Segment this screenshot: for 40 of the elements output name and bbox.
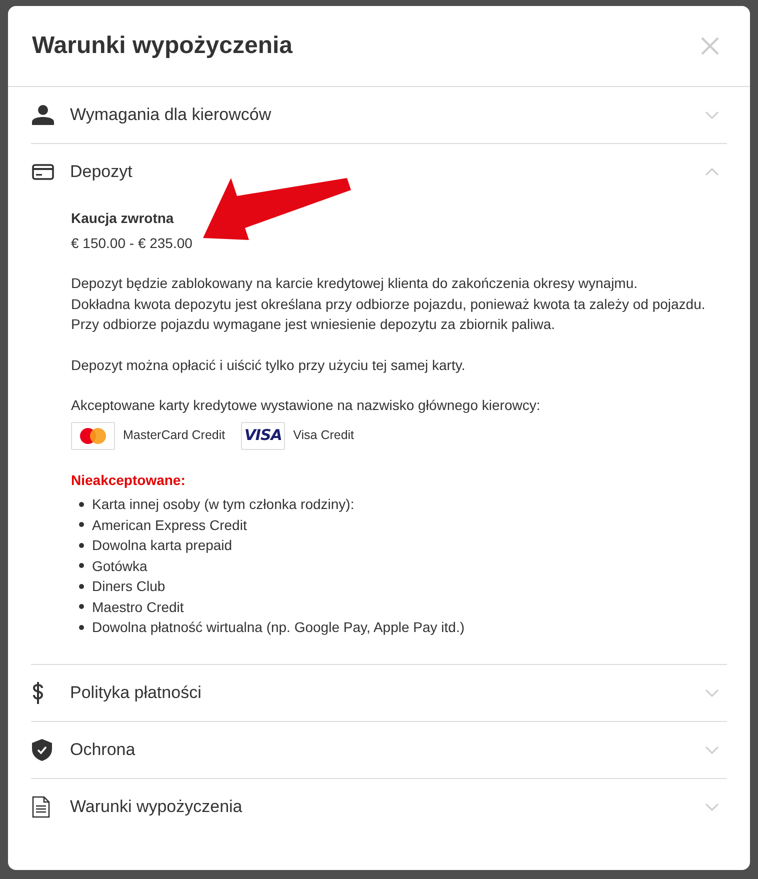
list-item: Karta innej osoby (w tym członka rodziny):	[92, 495, 354, 514]
credit-card-icon	[32, 164, 54, 180]
list-item: Diners Club	[92, 577, 166, 596]
not-accepted-heading: Nieakceptowane:	[71, 470, 186, 490]
paragraph: Depozyt będzie zablokowany na karcie kredytowej klienta do zakończenia okresy wynajmu. Dokładna kwota depozytu jest określana przy odbiorze pojazdu, ponieważ kwota ta zależy od pojazdu. Przy odbiorze pojazdu wymagane jest wniesienie depozytu za zbiornik paliwa.	[71, 274, 706, 334]
bullet-icon	[79, 624, 84, 630]
card-name: Visa Credit	[293, 427, 354, 444]
paragraph: Akceptowane karty kredytowe wystawione na nazwisko głównego kierowcy:	[71, 396, 542, 415]
list-item: American Express Credit	[92, 516, 247, 535]
chevron-down-icon	[705, 688, 719, 696]
document-icon	[32, 796, 50, 818]
chevron-up-icon	[705, 168, 719, 176]
shield-check-icon	[32, 738, 52, 760]
list-item: Dowolna karta prepaid	[92, 536, 232, 555]
bullet-icon	[79, 584, 84, 589]
card-name: MasterCard Credit	[123, 427, 226, 444]
visa-logo: VISA	[241, 422, 286, 450]
mastercard-logo	[71, 422, 115, 450]
bullet-icon	[79, 502, 84, 507]
dollar-icon	[32, 682, 44, 704]
chevron-down-icon	[705, 802, 719, 810]
dialog-title: Warunki wypożyczenia	[32, 32, 293, 60]
bullet-icon	[79, 542, 84, 548]
person-icon	[32, 105, 54, 125]
accordion-header[interactable]: Ochrona	[31, 722, 727, 778]
accordion-header[interactable]: Polityka płatności	[31, 664, 727, 720]
accordion-header[interactable]: Warunki wypożyczenia	[31, 778, 727, 834]
paragraph: Depozyt można opłacić i uiścić tylko przy użyciu tej samej karty.	[71, 356, 466, 375]
bullet-icon	[79, 604, 84, 610]
accordion-header[interactable]: Depozyt	[31, 144, 727, 200]
accordion-header[interactable]: Wymagania dla kierowców	[31, 87, 727, 143]
deposit-range: € 150.00 - € 235.00	[71, 234, 194, 252]
deposit-label: Kaucja zwrotna	[71, 209, 175, 228]
list-item: Gotówka	[92, 556, 148, 576]
bullet-icon	[79, 522, 84, 528]
bullet-icon	[79, 563, 84, 568]
list-item: Dowolna płatność wirtualna (np. Google Pay, Apple Pay itd.)	[92, 618, 465, 637]
chevron-down-icon	[705, 111, 719, 119]
chevron-down-icon	[705, 746, 719, 754]
list-item: Maestro Credit	[92, 598, 184, 616]
